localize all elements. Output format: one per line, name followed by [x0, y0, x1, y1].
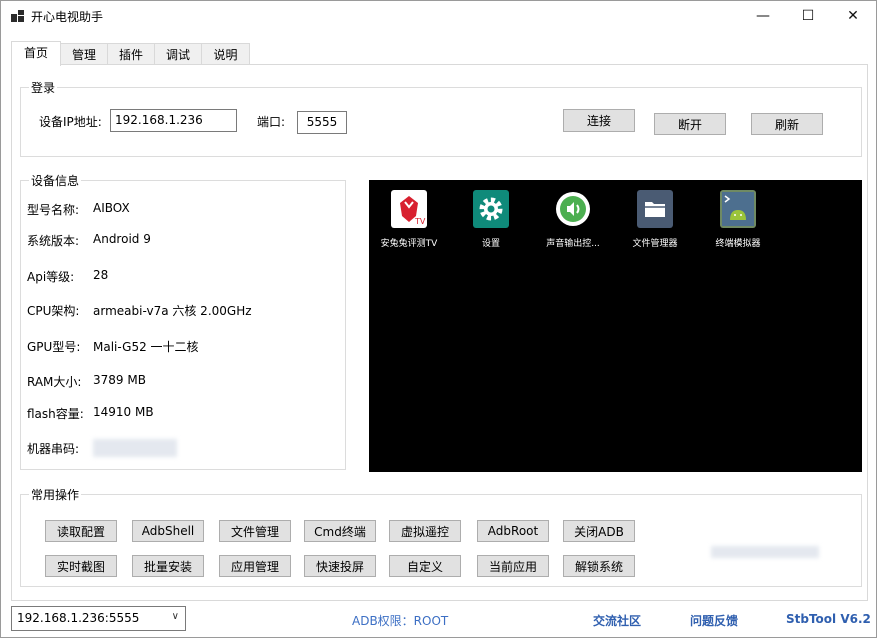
chevron-down-icon: ∨ [171, 611, 179, 622]
redacted-area [711, 546, 819, 558]
app-logo-icon [11, 10, 24, 22]
screenshot-button[interactable]: 实时截图 [45, 555, 117, 577]
tab-debug[interactable]: 调试 [154, 43, 202, 65]
version-label: StbTool V6.2 [786, 612, 871, 626]
device-select-value: 192.168.1.236:5555 [17, 611, 140, 625]
minimize-button[interactable]: — [740, 1, 786, 31]
app-manage-button[interactable]: 应用管理 [219, 555, 291, 577]
screen-app-settings[interactable]: 设置 [451, 190, 531, 249]
tab-manage[interactable]: 管理 [60, 43, 108, 65]
screen-app-file-manager[interactable]: 文件管理器 [615, 190, 695, 249]
screen-app-label: 声音输出控... [546, 239, 600, 249]
device-info-group: 设备信息 [20, 172, 346, 470]
screen-app-label: 终端模拟器 [715, 239, 761, 249]
ram-label: RAM大小: [27, 375, 82, 389]
adbroot-button[interactable]: AdbRoot [477, 520, 549, 542]
os-version-value: Android 9 [93, 232, 151, 246]
window-title: 开心电视助手 [31, 10, 104, 24]
os-version-label: 系统版本: [27, 234, 80, 248]
tab-help[interactable]: 说明 [201, 43, 250, 65]
screen-app-terminal[interactable]: 终端模拟器 [698, 190, 778, 249]
antutu-icon: TV [391, 190, 427, 228]
gpu-value: Mali-G52 一十二核 [93, 340, 199, 354]
connect-button[interactable]: 连接 [563, 109, 635, 132]
app-window: 开心电视助手 — ☐ ✕ 首页 管理 插件 调试 说明 登录 设备IP地址: 1… [0, 0, 877, 638]
terminal-icon [720, 190, 756, 228]
sound-icon [555, 190, 591, 228]
ram-value: 3789 MB [93, 373, 146, 387]
close-button[interactable]: ✕ [830, 1, 876, 31]
community-link[interactable]: 交流社区 [593, 612, 641, 629]
settings-icon [473, 190, 509, 228]
cpu-label: CPU架构: [27, 304, 80, 318]
device-screen-preview[interactable]: TV 安兔兔评测TV 设置 声音输出控... 文件管理器 终端模拟器 [369, 180, 862, 472]
svg-text:TV: TV [414, 217, 426, 226]
login-group-title: 登录 [29, 79, 58, 96]
cpu-value: armeabi-v7a 六核 2.00GHz [93, 304, 252, 318]
serial-label: 机器串码: [27, 442, 80, 456]
screen-app-sound[interactable]: 声音输出控... [533, 190, 613, 249]
screen-app-label: 文件管理器 [632, 239, 678, 249]
device-select[interactable]: 192.168.1.236:5555 ∨ [11, 606, 186, 631]
screen-app-label: 设置 [481, 239, 500, 249]
model-label: 型号名称: [27, 203, 80, 217]
custom-button[interactable]: 自定义 [389, 555, 461, 577]
file-manage-button[interactable]: 文件管理 [219, 520, 291, 542]
current-app-button[interactable]: 当前应用 [477, 555, 549, 577]
device-info-title: 设备信息 [29, 172, 82, 189]
adbshell-button[interactable]: AdbShell [132, 520, 204, 542]
ip-label: 设备IP地址: [39, 115, 102, 129]
flash-label: flash容量: [27, 407, 84, 421]
feedback-link[interactable]: 问题反馈 [690, 612, 738, 629]
cmd-terminal-button[interactable]: Cmd终端 [304, 520, 376, 542]
disconnect-button[interactable]: 断开 [654, 113, 726, 135]
tab-plugins[interactable]: 插件 [107, 43, 155, 65]
serial-redacted [93, 439, 177, 457]
maximize-button[interactable]: ☐ [785, 1, 831, 31]
api-level-value: 28 [93, 268, 109, 282]
title-bar: 开心电视助手 — ☐ ✕ [1, 1, 876, 31]
batch-install-button[interactable]: 批量安装 [132, 555, 204, 577]
read-config-button[interactable]: 读取配置 [45, 520, 117, 542]
port-input[interactable]: 5555 [297, 111, 347, 134]
virtual-remote-button[interactable]: 虚拟遥控 [389, 520, 461, 542]
close-adb-button[interactable]: 关闭ADB [563, 520, 635, 542]
unlock-system-button[interactable]: 解锁系统 [563, 555, 635, 577]
flash-value: 14910 MB [93, 405, 154, 419]
screen-cast-button[interactable]: 快速投屏 [304, 555, 376, 577]
folder-icon [637, 190, 673, 228]
screen-app-antutu[interactable]: TV 安兔兔评测TV [369, 190, 449, 249]
operations-title: 常用操作 [29, 486, 82, 503]
port-label: 端口: [257, 115, 286, 129]
adb-permission-status: ADB权限：ROOT [352, 614, 449, 628]
ip-input[interactable]: 192.168.1.236 [110, 109, 237, 132]
refresh-button[interactable]: 刷新 [751, 113, 823, 135]
api-level-label: Api等级: [27, 270, 75, 284]
screen-app-label: 安兔兔评测TV [380, 239, 438, 249]
model-value: AIBOX [93, 201, 130, 215]
gpu-label: GPU型号: [27, 340, 81, 354]
tab-home[interactable]: 首页 [11, 41, 61, 66]
